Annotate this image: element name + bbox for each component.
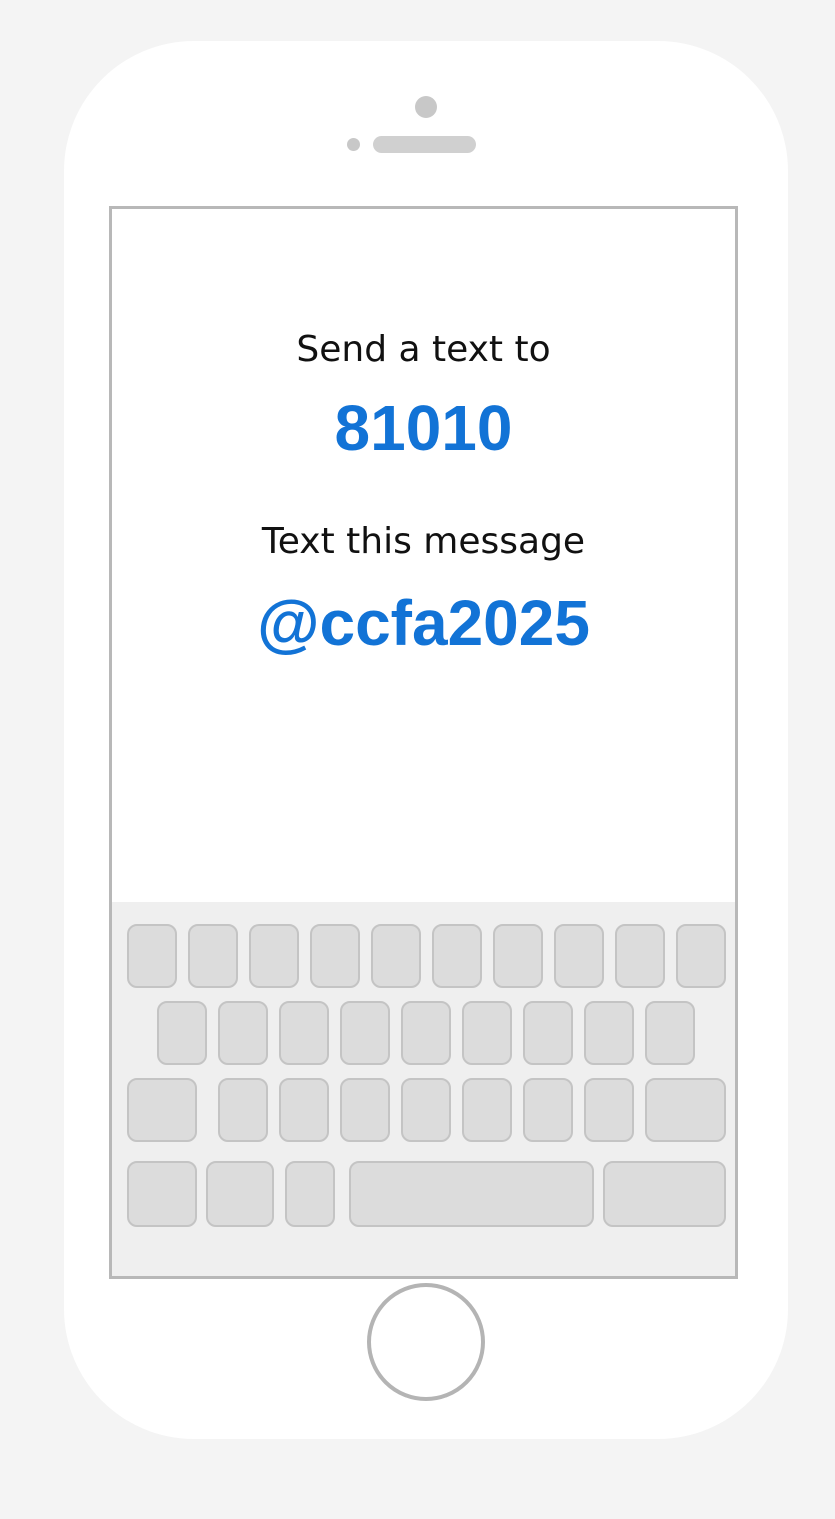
keyboard-key (676, 924, 726, 988)
sensor-icon (347, 138, 360, 151)
keyboard-key (401, 1001, 451, 1065)
message-keyword: @ccfa2025 (257, 587, 590, 659)
keyboard-key-mic (285, 1161, 335, 1227)
keyboard-illustration (112, 902, 735, 1276)
keyboard-key (218, 1078, 268, 1142)
keyboard-key-numbers (127, 1161, 197, 1227)
phone-screen: Send a text to 81010 Text this message @… (109, 206, 738, 1279)
keyboard-key (371, 924, 421, 988)
keyboard-key (493, 924, 543, 988)
page: Send a text to 81010 Text this message @… (0, 0, 835, 1519)
keyboard-key (279, 1001, 329, 1065)
camera-icon (415, 96, 437, 118)
keyboard-key (523, 1078, 573, 1142)
keyboard-key (523, 1001, 573, 1065)
keyboard-key (249, 924, 299, 988)
keyboard-key-backspace (645, 1078, 726, 1142)
keyboard-key (340, 1078, 390, 1142)
keyboard-key (615, 924, 665, 988)
keyboard-key (554, 924, 604, 988)
keyboard-key (584, 1078, 634, 1142)
keyboard-key (218, 1001, 268, 1065)
keyboard-key-shift (127, 1078, 197, 1142)
keyboard-key-globe (206, 1161, 274, 1227)
keyboard-key-return (603, 1161, 726, 1227)
keyboard-key (340, 1001, 390, 1065)
keyboard-key (462, 1001, 512, 1065)
keyboard-key (157, 1001, 207, 1065)
keyboard-key (279, 1078, 329, 1142)
keyboard-key (401, 1078, 451, 1142)
home-button-icon (367, 1283, 485, 1401)
speaker-icon (373, 136, 476, 153)
keyboard-key (645, 1001, 695, 1065)
keyboard-key (462, 1078, 512, 1142)
short-code-number: 81010 (334, 392, 513, 464)
keyboard-key (188, 924, 238, 988)
keyboard-key (127, 924, 177, 988)
keyboard-key-space (349, 1161, 594, 1227)
instructions: Send a text to 81010 Text this message @… (112, 209, 735, 902)
keyboard-key (432, 924, 482, 988)
message-label: Text this message (261, 521, 586, 562)
keyboard-key (584, 1001, 634, 1065)
send-label: Send a text to (296, 329, 551, 370)
phone-illustration: Send a text to 81010 Text this message @… (64, 41, 788, 1439)
keyboard-key (310, 924, 360, 988)
